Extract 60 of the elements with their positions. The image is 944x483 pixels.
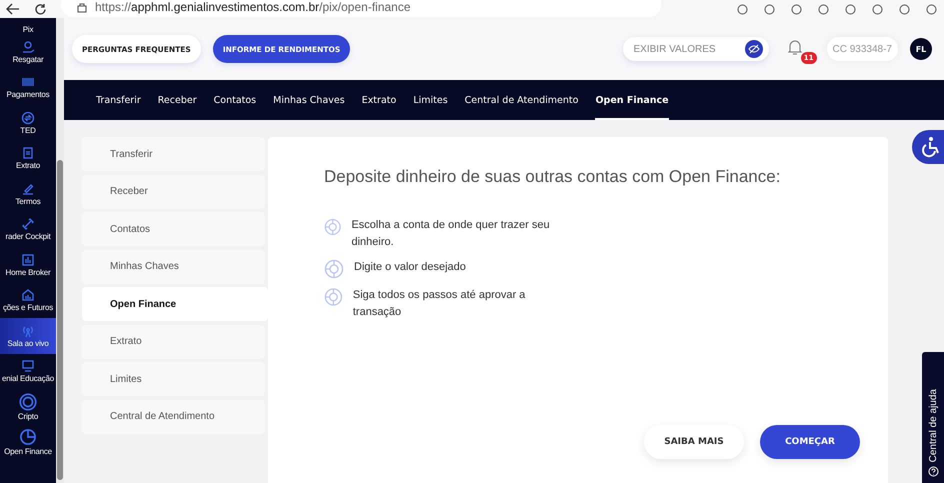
accessibility-icon[interactable]	[912, 130, 944, 164]
url-text: https://apphml.genialinvestimentos.com.br/pix/open-finance	[95, 0, 411, 14]
nav-tab[interactable]: Open Finance	[595, 80, 669, 120]
sidebar-item[interactable]: Open Finance	[0, 424, 56, 460]
nav-tab[interactable]: Minhas Chaves	[273, 80, 345, 120]
step-text: Digite o valor desejado	[354, 260, 466, 275]
sidebar-item[interactable]: rader Cockpit	[0, 212, 56, 247]
lock-icon	[77, 2, 87, 12]
sidebar-item[interactable]: Termos	[0, 176, 56, 212]
card-title: Deposite dinheiro de suas outras contas com Open Finance:	[324, 167, 782, 187]
sidebar-item[interactable]: ções e Futuros	[0, 282, 56, 318]
nav-tab[interactable]: Central de Atendimento	[464, 80, 578, 120]
address-bar[interactable]: https://apphml.genialinvestimentos.com.br/pix/open-finance	[61, 0, 661, 17]
bell-icon[interactable]	[786, 38, 803, 56]
reload-icon[interactable]	[34, 2, 47, 16]
account-number: CC 933348-7	[826, 37, 898, 61]
scrollbar-thumb[interactable]	[57, 160, 63, 480]
nav-tab[interactable]: Receber	[158, 80, 197, 120]
help-icon	[928, 466, 938, 477]
user-avatar[interactable]: FL	[910, 38, 932, 60]
menu-item[interactable]: Extrato	[82, 324, 265, 358]
sidebar-item[interactable]: Pix	[0, 18, 56, 34]
signature-icon	[21, 182, 35, 196]
sidebar-item[interactable]: enial Educação	[0, 354, 56, 389]
chart-icon	[21, 252, 35, 267]
start-button[interactable]: COMEÇAR	[760, 425, 860, 459]
sidebar-item[interactable]: Resgatar	[0, 34, 56, 70]
scrollbar[interactable]	[56, 18, 64, 483]
sidebar-item[interactable]: Extrato	[0, 140, 56, 176]
document-icon	[21, 146, 35, 160]
show-values-toggle[interactable]: EXIBIR VALORES	[622, 37, 769, 61]
coin-hand-icon	[21, 40, 35, 54]
menu-item[interactable]: Transferir	[82, 137, 265, 171]
sidebar-item[interactable]: TED	[0, 105, 56, 140]
eye-off-icon	[744, 40, 763, 58]
menu-item[interactable]: Open Finance	[82, 287, 268, 321]
sidebar-item[interactable]: Sala ao vivo	[0, 318, 56, 354]
nav-tab[interactable]: Extrato	[362, 80, 396, 120]
step-text: Siga todos os passos até aprovar a transação	[352, 288, 526, 320]
link-icon	[21, 217, 35, 232]
learn-more-button[interactable]: SAIBA MAIS	[644, 425, 744, 459]
back-icon[interactable]	[6, 3, 20, 15]
nav-tab[interactable]: Transferir	[96, 80, 141, 120]
sidebar-item[interactable]: Cripto	[0, 389, 56, 424]
menu-item[interactable]: Contatos	[82, 212, 265, 246]
step-text: Escolha a conta de onde quer trazer seu dinheiro.	[351, 218, 551, 250]
menu-item[interactable]: Minhas Chaves	[82, 250, 265, 284]
menu-item[interactable]: Receber	[82, 174, 265, 208]
sidebar-item[interactable]: Pagamentos	[0, 70, 56, 105]
nav-tab[interactable]: Contatos	[214, 80, 256, 120]
broadcast-icon	[21, 324, 35, 338]
help-center-tab[interactable]: Central de ajuda	[922, 352, 944, 483]
sidebar-item[interactable]: Home Broker	[0, 247, 56, 282]
menu-item[interactable]: Central de Atendimento	[82, 400, 265, 434]
transfer-icon	[21, 110, 35, 125]
screen-icon	[21, 359, 35, 374]
menu-item[interactable]: Limites	[82, 362, 265, 396]
nav-tab[interactable]: Limites	[413, 80, 448, 120]
coin-icon	[19, 392, 37, 411]
house-chart-icon	[21, 288, 35, 302]
